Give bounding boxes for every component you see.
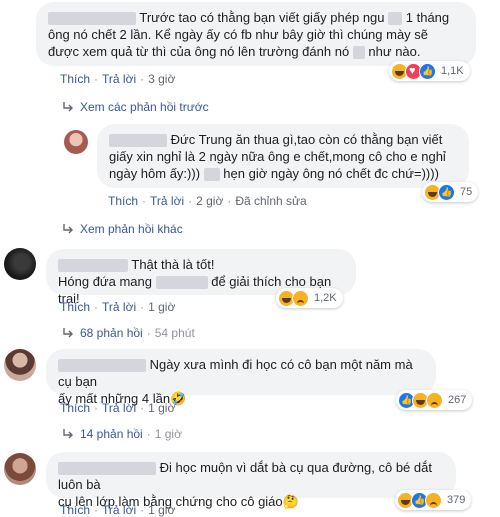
reply-link[interactable]: Trả lời	[150, 194, 184, 208]
sad-icon	[425, 491, 442, 509]
reaction-summary[interactable]: 379	[395, 490, 472, 510]
blurred-author-name[interactable]	[109, 134, 167, 148]
reply-arrow-icon	[63, 328, 73, 338]
edited-label[interactable]: Đã chỉnh sửa	[235, 194, 306, 208]
comment-text: ông nó chết 2 lần. Kể ngày ấy có fb như …	[48, 27, 429, 42]
comment-text: như nào.	[368, 44, 421, 59]
like-icon	[438, 183, 455, 201]
like-link[interactable]: Thích	[60, 72, 90, 86]
like-link[interactable]: Thích	[60, 401, 90, 415]
comment-text: 1 tháng	[405, 10, 450, 25]
blurred-author-name[interactable]	[58, 259, 128, 273]
reply-link[interactable]: Trả lời	[102, 401, 136, 415]
comment-time[interactable]: 3 giờ	[148, 72, 175, 86]
blurred-text	[352, 46, 365, 60]
blurred-author-name[interactable]	[58, 359, 146, 373]
reaction-summary[interactable]: 1,1K	[389, 61, 470, 81]
comment-text: giấy xin nghỉ là 2 ngày nữa ông e chết,m…	[109, 149, 446, 164]
sad-icon	[292, 289, 309, 307]
reaction-count: 267	[448, 394, 467, 406]
reply-arrow-icon	[63, 102, 73, 112]
comment-actions: Thích · Trả lời · 1 giờ	[60, 401, 176, 415]
comment-time[interactable]: 1 giờ	[148, 401, 175, 415]
reaction-count: 1,2K	[314, 292, 337, 304]
like-link[interactable]: Thích	[108, 194, 138, 208]
reaction-count: 75	[460, 186, 473, 198]
reply-bubble: Đức Trung ăn thua gì,tao còn có thằng bạ…	[97, 124, 469, 188]
reaction-summary[interactable]: 1,2K	[276, 288, 343, 308]
avatar[interactable]	[4, 349, 36, 381]
comment-text: Thật thà là tốt!	[131, 257, 215, 272]
comment-actions: Thích · Trả lời · 2 giờ · Đã chỉnh sửa	[108, 194, 307, 208]
comment-bubble: Ngày xưa mình đi học có cô bạn một năm m…	[46, 349, 436, 406]
reply-link[interactable]: Trả lời	[102, 72, 136, 86]
reaction-summary[interactable]: 75	[422, 182, 479, 202]
view-14-replies-link[interactable]: 14 phản hồi · 1 giờ	[62, 427, 182, 441]
blurred-text	[388, 12, 403, 26]
avatar[interactable]	[64, 130, 88, 154]
blurred-author-name[interactable]	[48, 12, 136, 26]
view-previous-replies-link[interactable]: Xem các phản hồi trước	[62, 100, 209, 114]
avatar[interactable]	[4, 248, 36, 280]
comment-text: Đức Trung ăn thua gì,tao còn có thằng bạ…	[170, 132, 443, 147]
like-icon	[419, 62, 436, 80]
comment-text: Hóng đứa mang	[58, 274, 152, 289]
blurred-text	[203, 168, 220, 182]
blurred-text	[155, 276, 208, 290]
reply-link[interactable]: Trả lời	[102, 300, 136, 314]
comment-text: ngày hôm ấy:)))	[109, 166, 201, 181]
comment-time[interactable]: 2 giờ	[196, 194, 223, 208]
like-link[interactable]: Thích	[60, 300, 90, 314]
reaction-count: 1,1K	[441, 65, 464, 77]
comment-actions: Thích · Trả lời · 1 giờ	[60, 300, 176, 314]
view-68-replies-link[interactable]: 68 phản hồi · 54 phút	[62, 326, 195, 340]
sad-icon	[426, 391, 443, 409]
comment-text: hẹn giờ ngày ông nó chết đc chứ=))))	[223, 166, 439, 181]
comment-actions: Thích · Trả lời · 3 giờ	[60, 72, 176, 86]
comment-text: được xem quả từ thì của ông nó lên trườn…	[48, 44, 350, 59]
comment-text: Trước tao có thằng bạn viết giấy phép ng…	[139, 10, 385, 25]
comment-time[interactable]: 1 giờ	[148, 300, 175, 314]
reply-arrow-icon	[63, 224, 73, 234]
comment-bubble: Trước tao có thằng bạn viết giấy phép ng…	[36, 2, 476, 66]
blurred-author-name[interactable]	[58, 462, 156, 476]
reaction-summary[interactable]: 267	[396, 390, 473, 410]
reply-arrow-icon	[63, 429, 73, 439]
avatar[interactable]	[4, 453, 36, 485]
view-other-replies-link[interactable]: Xem phản hồi khác	[62, 222, 183, 236]
comment-bubble: Đi học muộn vì dắt bà cụ qua đường, cô b…	[46, 452, 456, 509]
reaction-count: 379	[447, 494, 466, 506]
